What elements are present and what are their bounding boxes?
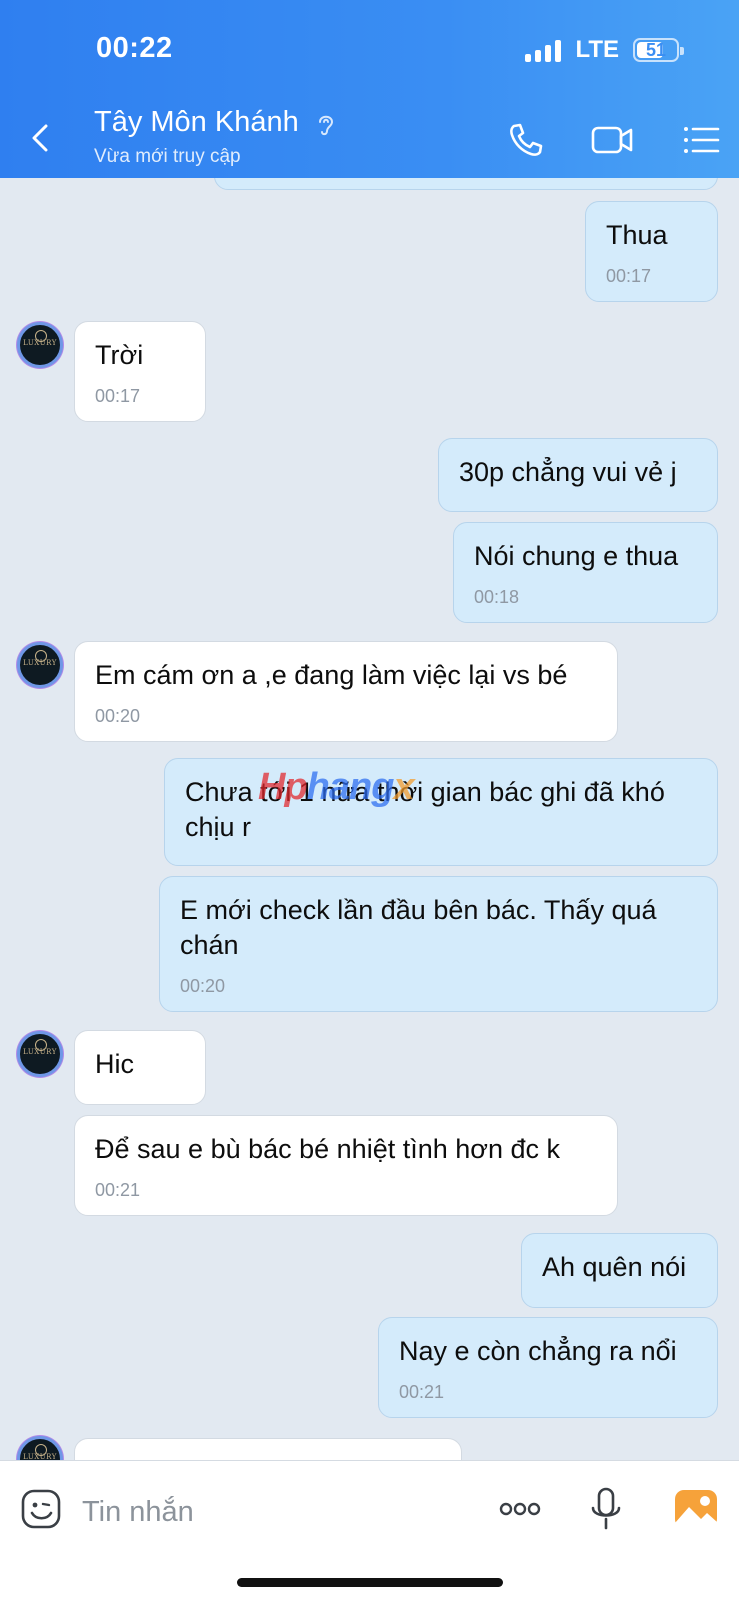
- status-indicators: LTE 51: [525, 36, 684, 64]
- microphone-icon[interactable]: [582, 1485, 630, 1533]
- message-text: Hic: [95, 1049, 134, 1079]
- message-text: Ah quên nói: [542, 1252, 687, 1282]
- message-bubble-outgoing[interactable]: 30p chẳng vui vẻ j: [438, 438, 718, 512]
- message-bubble-partial[interactable]: [74, 1438, 462, 1460]
- message-time: 00:18: [474, 587, 520, 607]
- avatar[interactable]: LUXURY: [17, 1031, 63, 1077]
- message-bubble-outgoing[interactable]: Thua 00:17: [585, 201, 718, 302]
- network-label: LTE: [575, 36, 619, 63]
- chat-header: 00:22 LTE 51 Tây Môn Khánh Vừa mới truy …: [0, 0, 739, 178]
- avatar[interactable]: LUXURY: [17, 1436, 63, 1460]
- menu-list-icon[interactable]: [680, 118, 724, 162]
- avatar[interactable]: LUXURY: [17, 322, 63, 368]
- message-time: 00:17: [95, 386, 141, 406]
- message-list[interactable]: Thua 00:17 LUXURY Trời 00:17 30p chẳng v…: [0, 178, 739, 1460]
- message-text: Thua: [606, 220, 668, 250]
- image-icon[interactable]: [672, 1485, 720, 1533]
- message-text: E mới check lần đầu bên bác. Thấy quá ch…: [180, 895, 657, 960]
- contact-name[interactable]: Tây Môn Khánh: [94, 106, 299, 139]
- signal-icon: [525, 38, 562, 62]
- avatar[interactable]: LUXURY: [17, 642, 63, 688]
- message-text: Nay e còn chẳng ra nổi: [399, 1336, 677, 1366]
- message-bubble-outgoing[interactable]: E mới check lần đầu bên bác. Thấy quá ch…: [159, 876, 718, 1012]
- message-time: 00:17: [606, 266, 652, 286]
- message-input[interactable]: [80, 1483, 464, 1541]
- message-time: 00:21: [95, 1180, 141, 1200]
- back-icon[interactable]: [20, 118, 60, 158]
- contact-status: Vừa mới truy cập: [94, 146, 241, 167]
- emoji-icon[interactable]: [18, 1485, 66, 1533]
- message-text: Chưa tới 1 nữa thời gian bác ghi đã khó …: [185, 777, 665, 842]
- message-bubble-partial[interactable]: [214, 178, 718, 190]
- message-bubble-incoming[interactable]: Để sau e bù bác bé nhiệt tình hơn đc k 0…: [74, 1115, 618, 1216]
- message-text: Trời: [95, 340, 144, 370]
- message-text: 30p chẳng vui vẻ j: [459, 457, 677, 487]
- message-text: Để sau e bù bác bé nhiệt tình hơn đc k: [95, 1134, 561, 1164]
- watermark: Hphangx: [258, 766, 415, 808]
- battery-level: 51: [645, 40, 667, 60]
- message-composer: [0, 1460, 739, 1601]
- message-bubble-incoming[interactable]: Hic: [74, 1030, 206, 1105]
- message-time: 00:20: [95, 706, 141, 726]
- video-call-icon[interactable]: [590, 118, 634, 162]
- message-text: Nói chung e thua: [474, 541, 679, 571]
- battery-icon: 51: [633, 38, 684, 62]
- message-bubble-outgoing[interactable]: Nay e còn chẳng ra nổi 00:21: [378, 1317, 718, 1418]
- message-time: 00:21: [399, 1382, 445, 1402]
- message-bubble-outgoing[interactable]: Ah quên nói: [521, 1233, 718, 1308]
- message-bubble-incoming[interactable]: Trời 00:17: [74, 321, 206, 422]
- ear-icon: [319, 115, 334, 136]
- home-indicator[interactable]: [237, 1578, 503, 1587]
- message-bubble-outgoing[interactable]: Chưa tới 1 nữa thời gian bác ghi đã khó …: [164, 758, 718, 866]
- message-bubble-incoming[interactable]: Em cám ơn a ,e đang làm việc lại vs bé 0…: [74, 641, 618, 742]
- message-text: Em cám ơn a ,e đang làm việc lại vs bé: [95, 660, 568, 690]
- message-bubble-outgoing[interactable]: Nói chung e thua 00:18: [453, 522, 718, 623]
- message-time: 00:20: [180, 976, 226, 996]
- status-time: 00:22: [96, 32, 173, 64]
- more-icon[interactable]: [496, 1485, 544, 1533]
- phone-icon[interactable]: [504, 118, 548, 162]
